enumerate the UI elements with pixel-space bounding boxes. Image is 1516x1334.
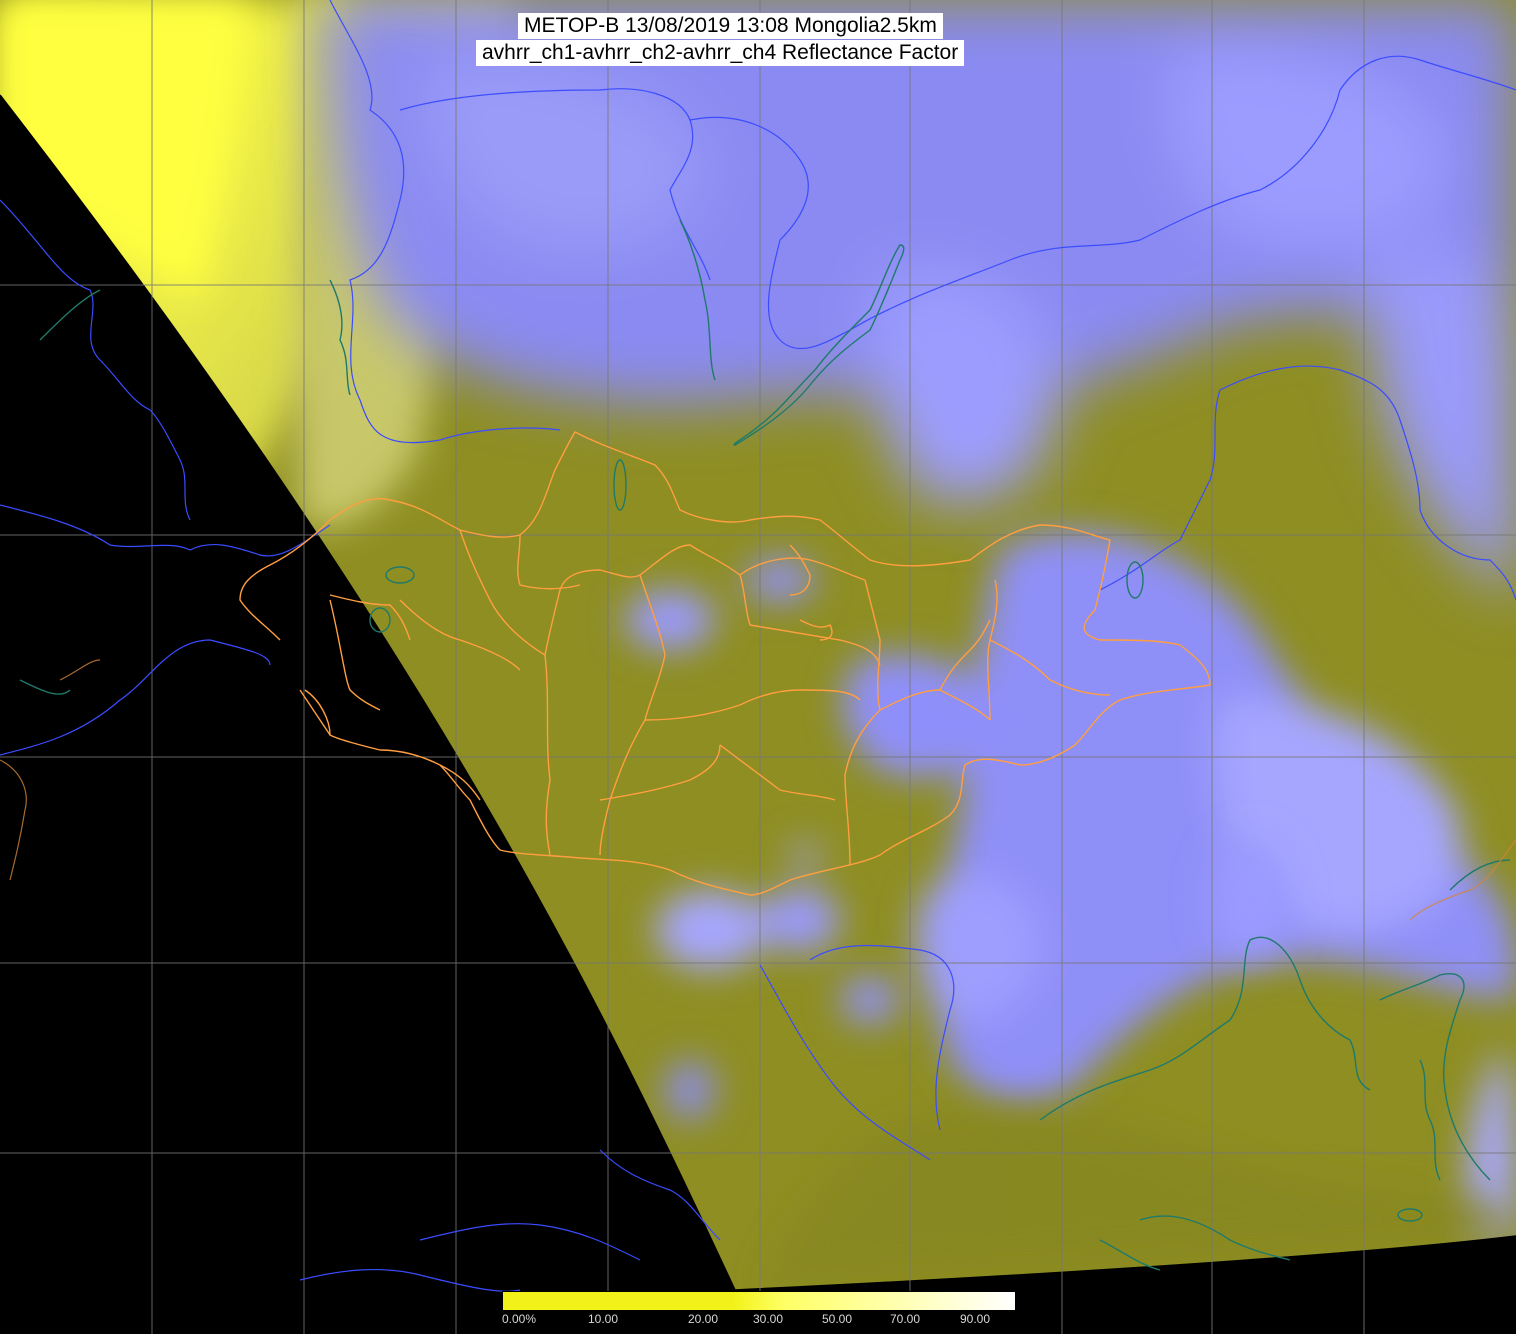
colorbar-ramp bbox=[502, 1291, 1016, 1311]
colorbar-label: 50.00 bbox=[822, 1312, 853, 1326]
colorbar-label: 20.00 bbox=[688, 1312, 719, 1326]
colorbar-legend: 0.00% 10.00 20.00 30.00 50.00 70.00 90.0… bbox=[502, 1291, 1016, 1334]
map-subtitle: avhrr_ch1-avhrr_ch2-avhrr_ch4 Reflectanc… bbox=[476, 40, 965, 66]
colorbar-label: 0.00% bbox=[502, 1312, 537, 1326]
satellite-map bbox=[0, 0, 1516, 1334]
colorbar-labels: 0.00% 10.00 20.00 30.00 50.00 70.00 90.0… bbox=[502, 1311, 1016, 1334]
map-title: METOP-B 13/08/2019 13:08 Mongolia2.5km bbox=[518, 13, 943, 39]
colorbar-label: 70.00 bbox=[890, 1312, 921, 1326]
colorbar-label: 90.00 bbox=[960, 1312, 991, 1326]
colorbar-label: 30.00 bbox=[753, 1312, 784, 1326]
colorbar-label: 10.00 bbox=[588, 1312, 619, 1326]
